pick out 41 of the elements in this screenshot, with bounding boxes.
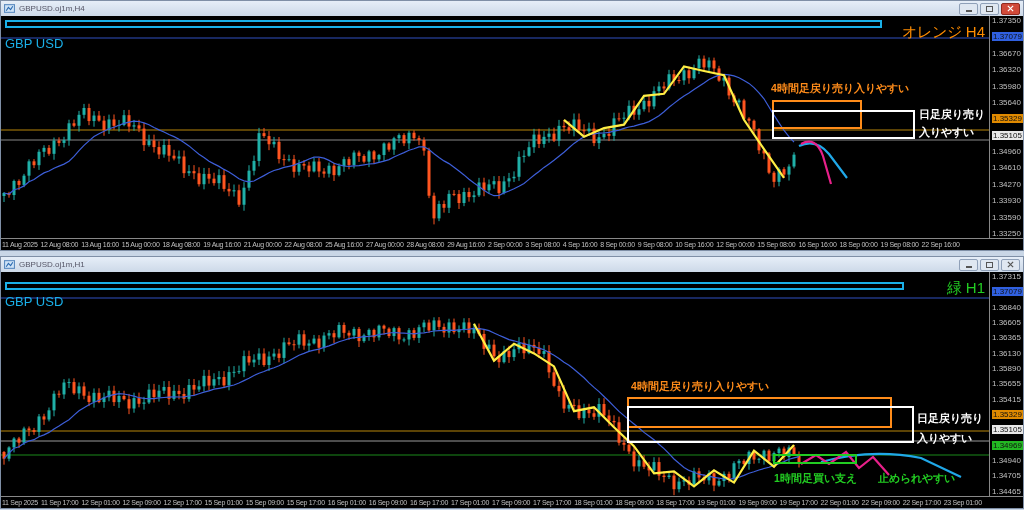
price-tag: 1.37079	[992, 32, 1023, 42]
annotation-text: 日足戻り売り 入りやすい	[919, 108, 985, 138]
annotation-text: 日足戻り売り 入りやすい	[917, 412, 983, 444]
price-tag: 1.35105	[992, 425, 1023, 435]
price-label: 1.35640	[992, 97, 1021, 107]
price-label: 1.34465	[992, 486, 1021, 496]
price-label: 1.34270	[992, 179, 1021, 189]
price-label: 1.33930	[992, 196, 1021, 206]
window-title: GBPUSD.oj1m,H1	[19, 260, 85, 269]
price-label: 1.33250	[992, 228, 1021, 238]
price-label: 1.34960	[992, 147, 1021, 156]
price-label: 1.34940	[992, 456, 1021, 466]
price-tag: 1.35105	[992, 130, 1023, 140]
price-label: 1.36320	[992, 65, 1021, 75]
price-label: 1.35980	[992, 81, 1021, 91]
price-label: 1.37315	[992, 272, 1021, 281]
window-title: GBPUSD.oj1m,H4	[19, 4, 85, 13]
price-label: 1.37350	[992, 16, 1021, 25]
price-label: 1.34610	[992, 163, 1021, 173]
price-label: 1.35655	[992, 379, 1021, 389]
symbol-label: GBP USD	[5, 36, 64, 51]
price-label: 1.36130	[992, 348, 1021, 358]
price-tag: 1.35329	[992, 410, 1023, 420]
annotation-text: 止められやすい	[878, 472, 955, 484]
annotation-text: 4時間足戻り売り入りやすい	[771, 82, 909, 94]
price-label: 1.35415	[992, 394, 1021, 404]
price-label: 1.36365	[992, 333, 1021, 343]
price-label: 1.35890	[992, 364, 1021, 374]
annotation-text: 1時間足買い支え	[774, 472, 857, 484]
price-label: 1.33590	[992, 212, 1021, 222]
price-label: 1.36840	[992, 302, 1021, 312]
price-label: 1.34705	[992, 471, 1021, 481]
symbol-label: GBP USD	[5, 294, 64, 309]
price-label: 1.36605	[992, 318, 1021, 328]
price-label: 1.36670	[992, 48, 1021, 58]
timeframe-label: オレンジ H4	[901, 23, 985, 40]
annotation-text: 4時間足戻り売り入りやすい	[631, 380, 769, 392]
price-tag: 1.34969	[992, 440, 1023, 450]
timeframe-label: 緑 H1	[946, 279, 985, 296]
price-tag: 1.35329	[992, 114, 1023, 124]
price-tag: 1.37079	[992, 287, 1023, 297]
